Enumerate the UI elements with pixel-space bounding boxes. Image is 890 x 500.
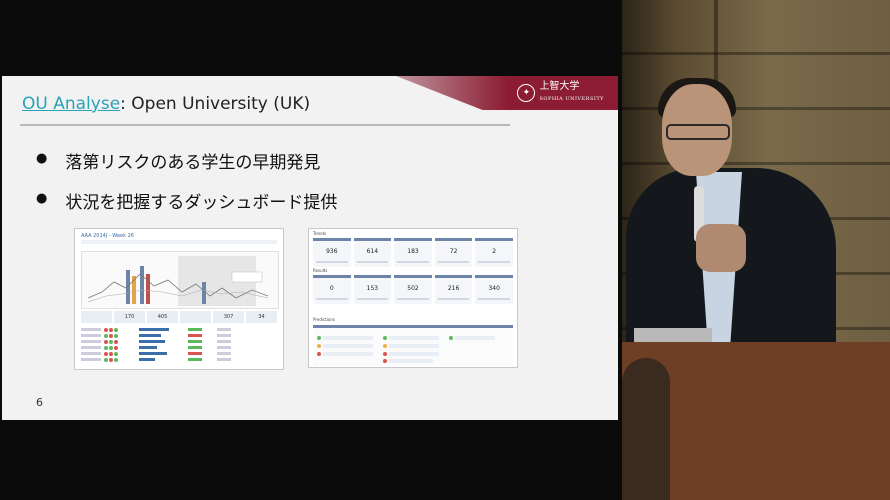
- section-predictions-label: Predictions: [313, 317, 335, 322]
- stat-box: 405: [147, 311, 178, 323]
- dashboard-left-header: AAA 2014J - Week 26: [81, 233, 134, 239]
- trend-card: 936: [313, 238, 351, 267]
- university-logo: ✦ 上智大学 SOPHIA UNIVERSITY: [517, 82, 604, 104]
- table-row: [81, 339, 277, 344]
- status-dot-icon: [383, 359, 387, 363]
- presenter-hand: [696, 224, 746, 272]
- dashboard-left-stats: 170 405 307 34: [81, 311, 277, 323]
- trend-card: 72: [434, 238, 473, 267]
- predictions-panel: [313, 325, 513, 366]
- status-dot-icon: [383, 344, 387, 348]
- title-divider: [20, 124, 510, 126]
- result-card: 340: [475, 275, 513, 304]
- dashboard-left-table: [81, 327, 277, 365]
- result-card: 216: [434, 275, 473, 304]
- status-dot-icon: [317, 336, 321, 340]
- table-row: [81, 345, 277, 350]
- trend-card: 2: [475, 238, 513, 267]
- bullet-dot-icon: ●: [36, 191, 48, 206]
- result-card: 153: [353, 275, 392, 304]
- logo-name: 上智大学: [539, 81, 580, 92]
- section-results-label: Results: [313, 268, 328, 273]
- section-trends-label: Trends: [313, 231, 327, 236]
- stat-box: [180, 311, 211, 323]
- audience-member: [622, 358, 670, 500]
- stat-box: 34: [246, 311, 277, 323]
- slide-title: OU Analyse: Open University (UK): [22, 94, 310, 114]
- result-cards: 0 153 502 216 340: [313, 275, 513, 304]
- dashboard-screenshot-left: AAA 2014J - Week 26 170 405 307 34: [74, 228, 284, 370]
- table-row: [81, 351, 277, 356]
- trend-card: 614: [353, 238, 392, 267]
- status-dot-icon: [449, 336, 453, 340]
- seal-icon: ✦: [517, 84, 536, 102]
- table-row: [81, 357, 277, 362]
- bullet-dot-icon: ●: [36, 151, 48, 166]
- presentation-slide: ✦ 上智大学 SOPHIA UNIVERSITY OU Analyse: Ope…: [2, 76, 618, 420]
- title-rest: : Open University (UK): [120, 94, 311, 114]
- status-dot-icon: [383, 336, 387, 340]
- trend-cards: 936 614 183 72 2: [313, 238, 513, 267]
- dashboard-left-chart: [81, 251, 279, 309]
- logo-sub: SOPHIA UNIVERSITY: [539, 96, 604, 102]
- table-row: [81, 327, 277, 332]
- bullet-item: ● 落第リスクのある学生の早期発見: [36, 148, 320, 173]
- status-dot-icon: [383, 352, 387, 356]
- presenter-glasses: [666, 124, 730, 140]
- bullet-text: 状況を把握するダッシュボード提供: [65, 193, 338, 213]
- dashboard-left-toolbar: [81, 240, 277, 244]
- presenter-stage: [622, 0, 890, 500]
- title-link[interactable]: OU Analyse: [22, 94, 120, 114]
- stat-box: 307: [213, 311, 244, 323]
- table-row: [81, 333, 277, 338]
- page-number: 6: [36, 396, 43, 409]
- bullet-text: 落第リスクのある学生の早期発見: [65, 153, 321, 173]
- stat-box: 170: [114, 311, 145, 323]
- dashboard-screenshot-right: Trends 936 614 183 72 2 Results 0 153 50…: [308, 228, 518, 368]
- bullet-item: ● 状況を把握するダッシュボード提供: [36, 188, 337, 213]
- result-card: 0: [313, 275, 351, 304]
- trend-card: 183: [394, 238, 432, 267]
- stat-box: [81, 311, 112, 323]
- result-card: 502: [394, 275, 432, 304]
- status-dot-icon: [317, 344, 321, 348]
- status-dot-icon: [317, 352, 321, 356]
